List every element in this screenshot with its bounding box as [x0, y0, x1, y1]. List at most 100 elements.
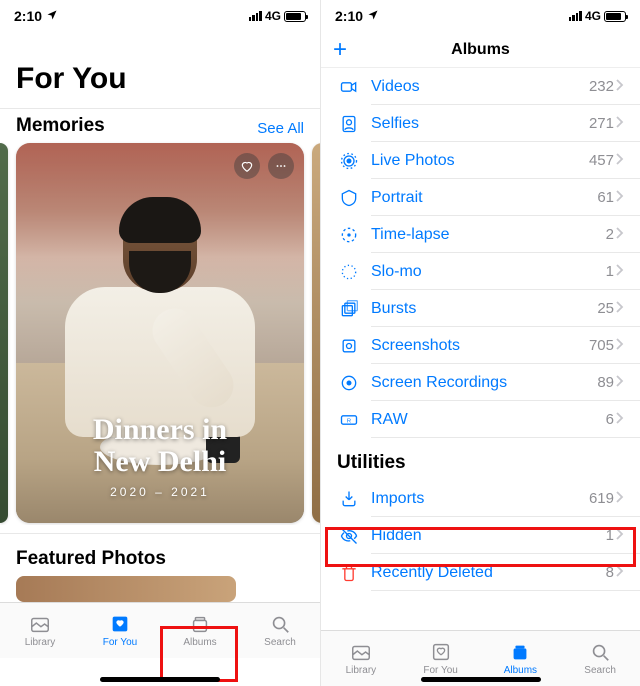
album-row-live-photos[interactable]: Live Photos457 — [321, 142, 640, 179]
signal-icon — [249, 11, 262, 21]
featured-photo[interactable] — [16, 576, 236, 602]
chevron-right-icon — [616, 564, 624, 582]
album-row-portrait[interactable]: Portrait61 — [321, 179, 640, 216]
status-bar: 2:10 4G — [0, 0, 320, 32]
album-row-label: RAW — [371, 411, 606, 429]
selfie-icon — [337, 114, 361, 134]
album-row-label: Imports — [371, 490, 589, 508]
album-row-screen-recordings[interactable]: Screen Recordings89 — [321, 364, 640, 401]
memory-subtitle: 2020 – 2021 — [16, 485, 304, 499]
utilities-header: Utilities — [321, 438, 640, 480]
battery-icon — [284, 11, 306, 22]
chevron-right-icon — [616, 300, 624, 318]
memory-card[interactable]: Dinners in New Delhi 2020 – 2021 — [16, 143, 304, 523]
home-indicator[interactable] — [421, 677, 541, 682]
album-row-label: Videos — [371, 78, 589, 96]
video-icon — [337, 77, 361, 97]
album-row-label: Bursts — [371, 300, 597, 318]
album-row-label: Slo-mo — [371, 263, 606, 281]
album-row-count: 6 — [606, 411, 614, 428]
albums-title: Albums — [451, 41, 510, 59]
album-row-count: 705 — [589, 337, 614, 354]
album-row-slo-mo[interactable]: Slo-mo1 — [321, 253, 640, 290]
screenrec-icon — [337, 373, 361, 393]
media-types-list: Videos232Selfies271Live Photos457Portrai… — [321, 68, 640, 630]
tab-for-you[interactable]: For You — [80, 603, 160, 658]
timelapse-icon — [337, 225, 361, 245]
favorite-button[interactable] — [234, 153, 260, 179]
album-row-count: 232 — [589, 78, 614, 95]
battery-icon — [604, 11, 626, 22]
phone-albums: 2:10 4G + Albums Videos232Selfies271Live… — [320, 0, 640, 686]
featured-header: Featured Photos — [0, 533, 320, 576]
memory-title-line1: Dinners in — [16, 414, 304, 446]
memories-carousel[interactable]: Dinners in New Delhi 2020 – 2021 — [0, 141, 320, 525]
imports-icon — [337, 489, 361, 509]
chevron-right-icon — [616, 152, 624, 170]
album-row-videos[interactable]: Videos232 — [321, 68, 640, 105]
album-row-label: Recently Deleted — [371, 564, 606, 582]
location-icon — [367, 8, 379, 24]
hidden-icon — [337, 526, 361, 546]
album-row-label: Live Photos — [371, 152, 589, 170]
see-all-link[interactable]: See All — [257, 120, 304, 137]
chevron-right-icon — [616, 189, 624, 207]
album-row-hidden[interactable]: Hidden1 — [321, 517, 640, 554]
svg-text:R: R — [347, 418, 351, 424]
album-row-count: 8 — [606, 564, 614, 581]
home-indicator[interactable] — [100, 677, 220, 682]
album-row-screenshots[interactable]: Screenshots705 — [321, 327, 640, 364]
album-row-label: Portrait — [371, 189, 597, 207]
album-row-label: Screenshots — [371, 337, 589, 355]
chevron-right-icon — [616, 115, 624, 133]
featured-photos-row[interactable] — [0, 576, 320, 602]
album-row-count: 25 — [597, 300, 614, 317]
album-row-count: 619 — [589, 490, 614, 507]
tab-library[interactable]: Library — [0, 603, 80, 658]
tab-library[interactable]: Library — [321, 631, 401, 686]
album-row-count: 457 — [589, 152, 614, 169]
album-row-count: 2 — [606, 226, 614, 243]
status-time: 2:10 — [335, 8, 363, 24]
chevron-right-icon — [616, 337, 624, 355]
portrait-icon — [337, 188, 361, 208]
tab-search[interactable]: Search — [560, 631, 640, 686]
tab-bar: Library For You Albums Search — [0, 602, 320, 658]
signal-icon — [569, 11, 582, 21]
chevron-right-icon — [616, 263, 624, 281]
album-row-count: 271 — [589, 115, 614, 132]
album-row-bursts[interactable]: Bursts25 — [321, 290, 640, 327]
livephoto-icon — [337, 151, 361, 171]
memories-header: Memories — [16, 115, 105, 137]
more-button[interactable] — [268, 153, 294, 179]
album-row-time-lapse[interactable]: Time-lapse2 — [321, 216, 640, 253]
location-icon — [46, 8, 58, 24]
album-row-count: 89 — [597, 374, 614, 391]
album-row-count: 1 — [606, 527, 614, 544]
tab-albums[interactable]: Albums — [160, 603, 240, 658]
album-row-raw[interactable]: R RAW6 — [321, 401, 640, 438]
album-row-count: 61 — [597, 189, 614, 206]
album-row-label: Selfies — [371, 115, 589, 133]
status-bar: 2:10 4G — [321, 0, 640, 32]
memory-title-line2: New Delhi — [16, 446, 304, 478]
raw-icon: R — [337, 410, 361, 430]
chevron-right-icon — [616, 490, 624, 508]
album-row-label: Hidden — [371, 527, 606, 545]
album-row-imports[interactable]: Imports619 — [321, 480, 640, 517]
tab-search[interactable]: Search — [240, 603, 320, 658]
album-row-selfies[interactable]: Selfies271 — [321, 105, 640, 142]
album-row-label: Time-lapse — [371, 226, 606, 244]
trash-icon — [337, 563, 361, 583]
memory-card-next[interactable] — [312, 143, 320, 523]
page-title: For You — [0, 32, 320, 102]
status-network: 4G — [265, 9, 281, 23]
album-row-recently-deleted[interactable]: Recently Deleted8 — [321, 554, 640, 591]
slomo-icon — [337, 262, 361, 282]
chevron-right-icon — [616, 226, 624, 244]
memory-card-prev[interactable] — [0, 143, 8, 523]
album-row-label: Screen Recordings — [371, 374, 597, 392]
chevron-right-icon — [616, 78, 624, 96]
add-album-button[interactable]: + — [333, 38, 347, 62]
chevron-right-icon — [616, 411, 624, 429]
